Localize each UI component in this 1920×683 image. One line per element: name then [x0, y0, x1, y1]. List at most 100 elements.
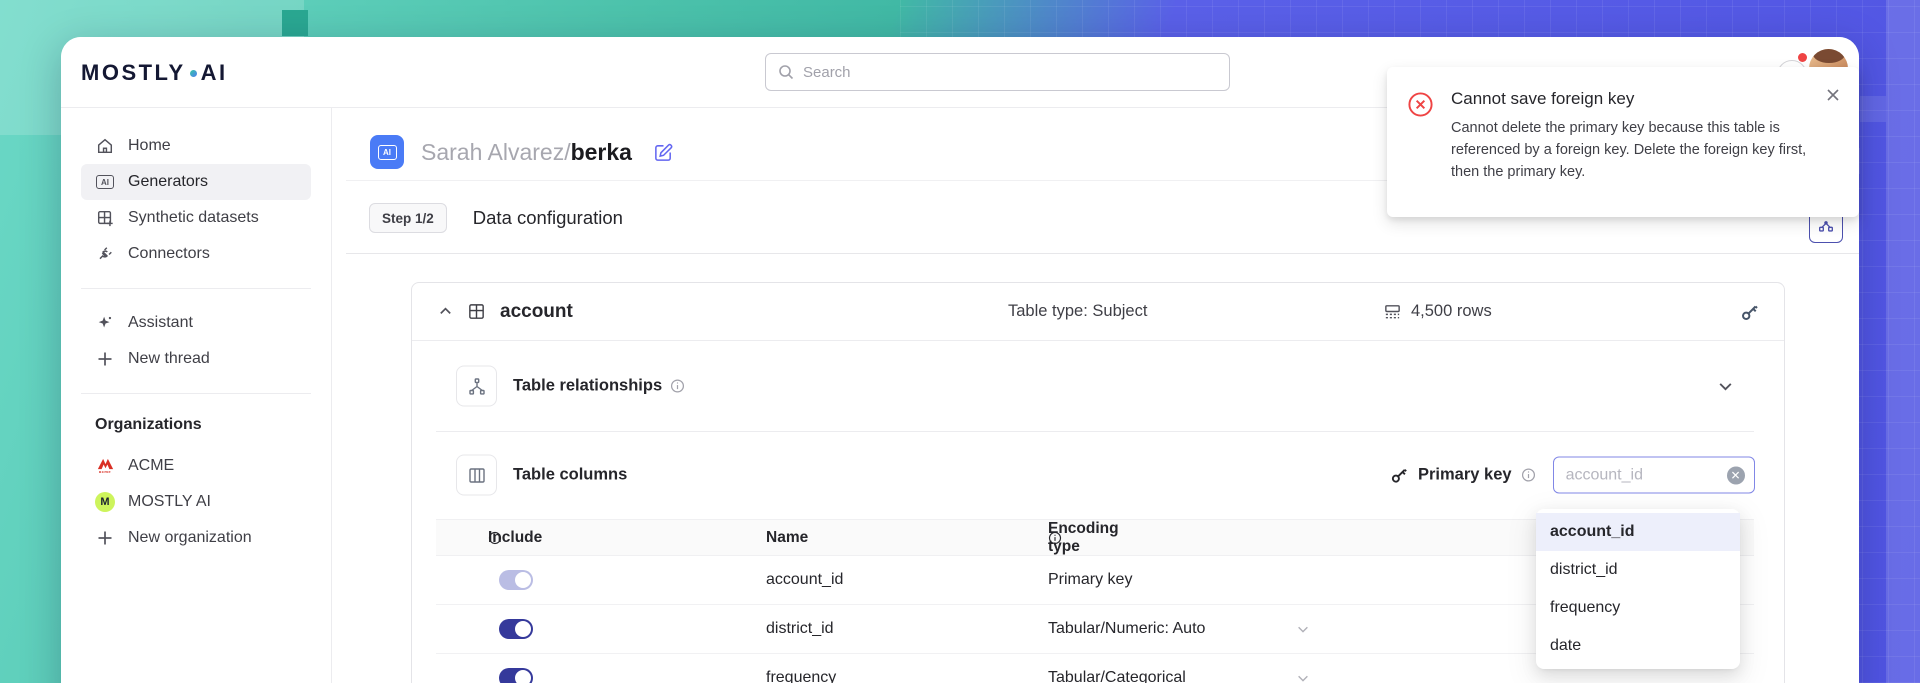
- synthetic-datasets-icon: [95, 208, 115, 228]
- primary-key-dropdown: account_id district_id frequency date: [1536, 509, 1740, 669]
- breadcrumb-owner: Sarah Alvarez/: [421, 139, 571, 165]
- sidebar: Home AI Generators Synthetic datasets Co…: [61, 108, 332, 683]
- table-columns-label: Table columns: [513, 466, 627, 485]
- key-icon: [1390, 466, 1409, 485]
- expand-chevron-down-icon[interactable]: [1717, 378, 1734, 395]
- column-name: frequency: [766, 669, 836, 683]
- plus-icon: [95, 349, 115, 369]
- info-icon[interactable]: [670, 379, 685, 394]
- dropdown-option-district-id[interactable]: district_id: [1536, 551, 1740, 589]
- step-badge: Step 1/2: [369, 203, 447, 233]
- clear-icon[interactable]: ✕: [1727, 466, 1745, 484]
- sidebar-divider: [81, 393, 311, 394]
- breadcrumb: AI Sarah Alvarez/berka: [370, 135, 674, 169]
- table-type-label: Table type: Subject: [1008, 302, 1147, 321]
- encoding-value: Primary key: [1048, 571, 1132, 589]
- error-icon: [1407, 91, 1434, 118]
- background-deco-dark: [282, 10, 308, 36]
- search-bar[interactable]: [765, 53, 1230, 91]
- table-icon: [467, 302, 486, 321]
- sidebar-item-label: Connectors: [128, 245, 210, 263]
- primary-key-icon[interactable]: [1740, 302, 1760, 322]
- include-toggle[interactable]: [499, 668, 533, 683]
- sidebar-item-connectors[interactable]: Connectors: [81, 236, 311, 272]
- sidebar-item-label: Generators: [128, 173, 208, 191]
- include-toggle[interactable]: [499, 619, 533, 639]
- encoding-select[interactable]: Tabular/Categorical: [1048, 669, 1186, 683]
- generator-icon: AI: [370, 135, 404, 169]
- sidebar-item-mostly-ai-org[interactable]: M MOSTLY AI: [81, 484, 311, 520]
- divider: [346, 253, 1859, 254]
- dropdown-option-date[interactable]: date: [1536, 627, 1740, 665]
- columns-icon: [456, 455, 497, 496]
- search-icon: [778, 64, 794, 80]
- sidebar-item-generators[interactable]: AI Generators: [81, 164, 311, 200]
- section-label-text: Table columns: [513, 466, 627, 485]
- chevron-down-icon[interactable]: [1296, 622, 1310, 636]
- plus-icon: [95, 528, 115, 548]
- home-icon: [95, 136, 115, 156]
- background-band: [1886, 0, 1920, 683]
- organizations-heading: Organizations: [81, 416, 311, 434]
- table-columns-section: Table columns Primary key account_id ✕: [412, 431, 1784, 519]
- acme-logo-icon: acme: [95, 456, 115, 476]
- include-toggle[interactable]: [499, 570, 533, 590]
- primary-key-input[interactable]: account_id ✕: [1553, 457, 1755, 494]
- notification-dot: [1798, 53, 1807, 62]
- toast-title: Cannot save foreign key: [1451, 89, 1835, 109]
- row-count-label: 4,500 rows: [1411, 302, 1492, 321]
- sidebar-divider: [81, 288, 311, 289]
- mostly-ai-org-icon: M: [95, 492, 115, 512]
- column-name: account_id: [766, 571, 843, 589]
- breadcrumb-name: berka: [571, 139, 632, 165]
- sidebar-item-label: Home: [128, 137, 171, 155]
- dropdown-option-account-id[interactable]: account_id: [1536, 513, 1740, 551]
- assistant-icon: [95, 313, 115, 333]
- edit-name-icon[interactable]: [653, 142, 674, 163]
- encoding-select[interactable]: Tabular/Numeric: Auto: [1048, 620, 1205, 638]
- info-icon[interactable]: [488, 531, 502, 545]
- table-card-account: account Table type: Subject 4,500 rows: [411, 282, 1785, 683]
- mostly-ai-logo: MOSTLY AI: [81, 37, 228, 108]
- chevron-down-icon[interactable]: [1296, 671, 1310, 683]
- toast-body: Cannot delete the primary key because th…: [1451, 118, 1807, 183]
- sidebar-item-label: New organization: [128, 529, 252, 547]
- sidebar-item-synthetic-datasets[interactable]: Synthetic datasets: [81, 200, 311, 236]
- info-icon[interactable]: [1521, 468, 1536, 483]
- step-title: Data configuration: [473, 207, 623, 229]
- connectors-icon: [95, 244, 115, 264]
- row-count: 4,500 rows: [1383, 302, 1492, 321]
- sidebar-item-label: Assistant: [128, 314, 193, 332]
- logo-text-right: AI: [201, 60, 228, 86]
- sidebar-item-new-thread[interactable]: New thread: [81, 341, 311, 377]
- section-label-text: Table relationships: [513, 377, 662, 396]
- sidebar-item-home[interactable]: Home: [81, 128, 311, 164]
- search-input[interactable]: [803, 64, 1217, 81]
- table-card-header: account Table type: Subject 4,500 rows: [412, 283, 1784, 341]
- sidebar-item-label: Synthetic datasets: [128, 209, 259, 227]
- sidebar-item-label: MOSTLY AI: [128, 493, 211, 511]
- logo-text-left: MOSTLY: [81, 60, 186, 86]
- table-name: account: [500, 301, 573, 323]
- collapse-chevron-up-icon[interactable]: [438, 304, 453, 319]
- rows-icon: [1383, 302, 1402, 321]
- sidebar-item-new-organization[interactable]: New organization: [81, 520, 311, 556]
- page-title: Sarah Alvarez/berka: [421, 139, 632, 166]
- primary-key-label: Primary key: [1418, 466, 1512, 485]
- logo-dot-icon: [190, 70, 197, 77]
- dropdown-option-frequency[interactable]: frequency: [1536, 589, 1740, 627]
- step-row: Step 1/2 Data configuration: [369, 203, 623, 233]
- info-icon[interactable]: [1048, 531, 1062, 545]
- generators-icon: AI: [95, 172, 115, 192]
- table-relationships-label: Table relationships: [513, 377, 685, 396]
- sidebar-item-acme[interactable]: acme ACME: [81, 448, 311, 484]
- background-cell: [1860, 96, 1886, 122]
- close-icon[interactable]: [1825, 87, 1841, 103]
- sidebar-item-label: New thread: [128, 350, 210, 368]
- column-name: district_id: [766, 620, 834, 638]
- toast-error: Cannot save foreign key Cannot delete th…: [1387, 67, 1859, 217]
- sidebar-item-assistant[interactable]: Assistant: [81, 305, 311, 341]
- table-relationships-section: Table relationships: [412, 341, 1784, 431]
- header-label: Name: [766, 529, 808, 547]
- primary-key-placeholder: account_id: [1566, 466, 1643, 484]
